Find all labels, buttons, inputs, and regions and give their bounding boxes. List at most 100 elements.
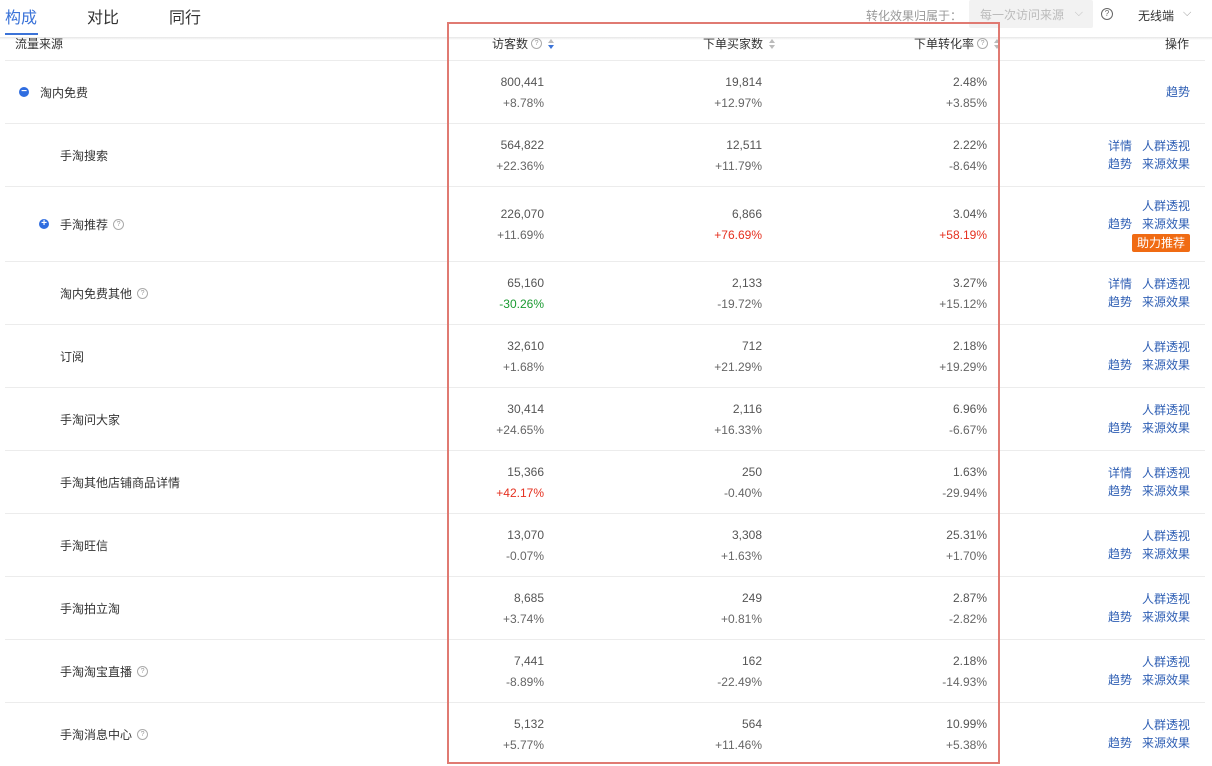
detail-link[interactable]: 详情 (1108, 466, 1132, 480)
crowd-link[interactable]: 人群透视 (1142, 592, 1190, 606)
row-actions: 人群透视 趋势 来源效果 (1098, 653, 1190, 689)
column-header-buyers[interactable]: 下单买家数 (703, 35, 776, 52)
tab-composition[interactable]: 构成 (5, 4, 37, 28)
trend-link[interactable]: 趋势 (1108, 610, 1132, 624)
conversion-cell: 6.96% -6.67% (948, 402, 987, 437)
source-name: 淘内免费其他? (60, 285, 149, 302)
crowd-link[interactable]: 人群透视 (1142, 718, 1190, 732)
buyers-cell: 249 +0.81% (720, 591, 762, 626)
attribution-select[interactable]: 每一次访问来源 ⌵ (969, 0, 1093, 28)
column-header-visitors-label: 访客数 (492, 37, 529, 51)
boost-recommend-button[interactable]: 助力推荐 (1131, 234, 1190, 252)
sort-icon[interactable] (548, 38, 555, 50)
buyers-cell: 2,116 +16.33% (714, 402, 762, 437)
collapse-icon[interactable]: − (19, 87, 29, 97)
trend-link[interactable]: 趋势 (1108, 736, 1132, 750)
crowd-link[interactable]: 人群透视 (1142, 340, 1190, 354)
source-effect-link[interactable]: 来源效果 (1142, 358, 1190, 372)
visitors-cell: 15,366 +42.17% (496, 465, 544, 500)
source-name: 手淘淘宝直播? (60, 663, 149, 680)
help-icon[interactable]: ? (1101, 8, 1113, 20)
column-header-source: 流量来源 (15, 35, 63, 52)
visitors-cell: 32,610 +1.68% (502, 339, 544, 374)
help-icon[interactable]: ? (137, 288, 149, 299)
help-icon[interactable]: ? (137, 666, 149, 677)
visitors-cell: 564,822 +22.36% (496, 138, 544, 173)
table-row: 手淘淘宝直播? 7,441 -8.89% 162 -22.49% 2.18% -14.… (5, 639, 1205, 703)
visitors-cell: 30,414 +24.65% (496, 402, 544, 437)
source-name: 手淘搜索 (60, 149, 109, 163)
tab-peers[interactable]: 同行 (169, 4, 201, 28)
buyers-cell: 2,133 -19.72% (717, 276, 762, 311)
sort-icon[interactable] (994, 38, 1001, 50)
row-actions: 趋势 (1156, 83, 1190, 101)
table-header: 流量来源 访客数 ? 下单买家数 下单转化率 ? 操作 (0, 35, 1212, 60)
buyers-cell: 3,308 +1.63% (720, 528, 762, 563)
buyers-cell: 250 -0.40% (723, 465, 762, 500)
source-effect-link[interactable]: 来源效果 (1142, 295, 1190, 309)
trend-link[interactable]: 趋势 (1166, 85, 1190, 99)
buyers-cell: 162 -22.49% (717, 654, 762, 689)
crowd-link[interactable]: 人群透视 (1142, 529, 1190, 543)
source-effect-link[interactable]: 来源效果 (1142, 157, 1190, 171)
crowd-link[interactable]: 人群透视 (1142, 139, 1190, 153)
table-row: 手淘拍立淘 8,685 +3.74% 249 +0.81% 2.87% -2.82% … (5, 576, 1205, 640)
sort-icon[interactable] (769, 38, 776, 50)
visitors-cell: 226,070 +11.69% (497, 207, 544, 242)
attribution-select-value: 每一次访问来源 (980, 7, 1065, 22)
crowd-link[interactable]: 人群透视 (1142, 466, 1190, 480)
conversion-cell: 1.63% -29.94% (942, 465, 987, 500)
visitors-cell: 5,132 +5.77% (502, 717, 544, 752)
row-actions: 详情 人群透视 趋势 来源效果 (1098, 464, 1190, 500)
crowd-link[interactable]: 人群透视 (1142, 199, 1190, 213)
source-effect-link[interactable]: 来源效果 (1142, 673, 1190, 687)
source-effect-link[interactable]: 来源效果 (1142, 547, 1190, 561)
help-icon[interactable]: ? (531, 38, 543, 49)
trend-link[interactable]: 趋势 (1108, 358, 1132, 372)
visitors-cell: 13,070 -0.07% (505, 528, 544, 563)
trend-link[interactable]: 趋势 (1108, 295, 1132, 309)
trend-link[interactable]: 趋势 (1108, 547, 1132, 561)
tab-compare[interactable]: 对比 (87, 4, 119, 28)
crowd-link[interactable]: 人群透视 (1142, 277, 1190, 291)
conversion-cell: 25.31% +1.70% (945, 528, 987, 563)
source-name: 手淘其他店铺商品详情 (60, 476, 181, 490)
visitors-cell: 7,441 -8.89% (505, 654, 544, 689)
source-effect-link[interactable]: 来源效果 (1142, 217, 1190, 231)
source-effect-link[interactable]: 来源效果 (1142, 484, 1190, 498)
table-row: 手淘问大家 30,414 +24.65% 2,116 +16.33% 6.96% -6… (5, 387, 1205, 451)
attribution-label: 转化效果归属于： (866, 9, 963, 23)
column-header-conversion[interactable]: 下单转化率 ? (914, 35, 1001, 52)
source-name: 手淘旺信 (60, 539, 109, 553)
trend-link[interactable]: 趋势 (1108, 217, 1132, 231)
column-header-visitors[interactable]: 访客数 ? (492, 35, 555, 52)
device-select[interactable]: 无线端 (1138, 7, 1174, 24)
column-header-buyers-label: 下单买家数 (703, 37, 764, 51)
trend-link[interactable]: 趋势 (1108, 421, 1132, 435)
help-icon[interactable]: ? (977, 38, 989, 49)
crowd-link[interactable]: 人群透视 (1142, 403, 1190, 417)
column-header-action-label: 操作 (1165, 37, 1190, 51)
detail-link[interactable]: 详情 (1108, 139, 1132, 153)
source-effect-link[interactable]: 来源效果 (1142, 421, 1190, 435)
table-row: 手淘旺信 13,070 -0.07% 3,308 +1.63% 25.31% +1.7… (5, 513, 1205, 577)
trend-link[interactable]: 趋势 (1108, 157, 1132, 171)
row-actions: 人群透视 趋势 来源效果 (1098, 527, 1190, 563)
conversion-cell: 3.04% +58.19% (939, 207, 987, 242)
source-effect-link[interactable]: 来源效果 (1142, 610, 1190, 624)
table-row: + 手淘推荐? 226,070 +11.69% 6,866 +76.69% 3.04… (5, 186, 1205, 262)
source-effect-link[interactable]: 来源效果 (1142, 736, 1190, 750)
table-row: 手淘消息中心? 5,132 +5.77% 564 +11.46% 10.99% +5.… (5, 702, 1205, 766)
trend-link[interactable]: 趋势 (1108, 673, 1132, 687)
source-name: 手淘推荐? (60, 216, 125, 233)
conversion-cell: 2.18% -14.93% (942, 654, 987, 689)
help-icon[interactable]: ? (113, 219, 125, 230)
crowd-link[interactable]: 人群透视 (1142, 655, 1190, 669)
detail-link[interactable]: 详情 (1108, 277, 1132, 291)
trend-link[interactable]: 趋势 (1108, 484, 1132, 498)
row-actions: 人群透视 趋势 来源效果 (1098, 338, 1190, 374)
expand-icon[interactable]: + (39, 219, 49, 229)
conversion-cell: 2.18% +19.29% (939, 339, 987, 374)
help-icon[interactable]: ? (137, 729, 149, 740)
buyers-cell: 19,814 +12.97% (714, 75, 762, 110)
